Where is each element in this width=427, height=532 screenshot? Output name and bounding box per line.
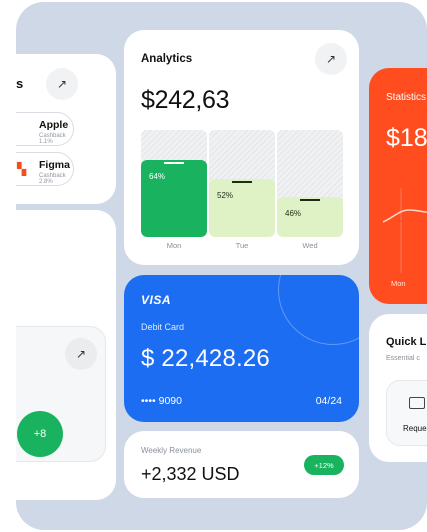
decorative-ring xyxy=(278,275,359,345)
debit-card[interactable]: VISA Debit Card $ 22,428.26 •••• 9090 04… xyxy=(124,275,359,422)
weekly-revenue-label: Weekly Revenue xyxy=(141,446,202,455)
left-widget-card: ↗ +8 xyxy=(16,210,116,500)
cashback-item-name: Figma xyxy=(39,159,70,171)
cashback-item-name: Apple xyxy=(39,119,69,131)
bar-percent-label: 64% xyxy=(149,172,166,181)
bar-fill: 46% xyxy=(277,197,343,237)
bar-column-mon[interactable]: 64% xyxy=(141,130,207,237)
statistics-amount: $18 xyxy=(386,124,427,152)
card-icon xyxy=(409,397,425,409)
bar-marker xyxy=(300,199,320,201)
statistics-day-label: Mon xyxy=(391,279,406,288)
visa-logo: VISA xyxy=(141,293,172,307)
card-type: Debit Card xyxy=(141,322,185,332)
count-badge[interactable]: +8 xyxy=(17,411,63,457)
cashback-item-apple[interactable]: Apple Cashback 1.1% xyxy=(16,112,74,146)
bar-percent-label: 46% xyxy=(285,209,302,218)
analytics-amount: $242,63 xyxy=(141,86,230,114)
quick-links-card: Quick Links Essential c Request xyxy=(369,314,427,462)
arrow-up-right-icon[interactable]: ↗ xyxy=(65,338,97,370)
statistics-title: Statistics xyxy=(386,92,427,103)
inner-widget: ↗ +8 xyxy=(16,326,106,462)
bar-day-label: Tue xyxy=(235,241,249,250)
statistics-card: Statistics $18 Mon xyxy=(369,68,427,304)
quick-links-title: Quick Links xyxy=(386,336,427,348)
bar-fill: 64% xyxy=(141,160,207,237)
statistics-line xyxy=(382,209,427,223)
card-number: •••• 9090 xyxy=(141,395,182,407)
cashback-item-rate: Cashback 1.1% xyxy=(39,133,66,145)
growth-badge: +12% xyxy=(304,455,344,475)
bar-percent-label: 52% xyxy=(217,191,234,200)
bar-marker xyxy=(164,162,184,164)
statistics-line-chart xyxy=(382,188,427,273)
analytics-card: Analytics ↗ $242,63 64% Mon 52% Tue 46% Wed xyxy=(124,30,359,265)
quick-link-request[interactable]: Request xyxy=(386,380,427,446)
card-balance: $ 22,428.26 xyxy=(141,345,270,372)
bar-day-label: Wed xyxy=(302,241,318,250)
arrow-up-right-icon[interactable]: ↗ xyxy=(315,43,347,75)
arrow-up-right-icon[interactable]: ↗ xyxy=(46,68,78,100)
weekly-revenue-amount: +2,332 USD xyxy=(141,464,240,484)
dashboard-frame: s ↗ Apple Cashback 1.1% ▚ Figma Cashback… xyxy=(16,2,427,530)
cashback-title: s xyxy=(16,76,24,91)
bar-day-label: Mon xyxy=(166,241,182,250)
bar-column-wed[interactable]: 46% xyxy=(277,130,343,237)
quick-links-subtitle: Essential c xyxy=(386,355,420,362)
analytics-title: Analytics xyxy=(141,53,193,65)
card-expiry: 04/24 xyxy=(315,395,342,407)
bar-fill: 52% xyxy=(209,179,275,237)
quick-link-label: Request xyxy=(403,424,427,433)
cashback-card: s ↗ Apple Cashback 1.1% ▚ Figma Cashback… xyxy=(16,54,116,204)
bar-column-tue[interactable]: 52% xyxy=(209,130,275,237)
weekly-revenue-card: Weekly Revenue +2,332 USD +12% xyxy=(124,431,359,498)
bar-marker xyxy=(232,181,252,183)
cashback-item-rate: Cashback 2.8% xyxy=(39,173,66,185)
cashback-item-figma[interactable]: ▚ Figma Cashback 2.8% xyxy=(16,152,74,186)
figma-logo-icon: ▚ xyxy=(17,162,27,176)
